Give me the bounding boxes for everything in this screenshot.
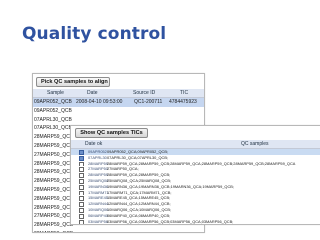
cell-date: 03MARP56	[88, 218, 108, 224]
row-checkbox[interactable]	[79, 219, 84, 224]
cell-qc-samples: 11JAN314_QC1;	[107, 224, 136, 225]
cell-sample: 28MARP59_QCB	[34, 160, 74, 167]
cell-date: 2008-04-10 09:53:00	[76, 99, 123, 105]
cell-sample: 09APR052_QCB	[34, 99, 72, 105]
cell-date: 11JAN314	[88, 224, 106, 225]
table-row[interactable]: 09APR052_QCB 2008-04-10 09:53:00 QC1-20071…	[33, 98, 204, 107]
table-row[interactable]: 03MARP56 03MARP56_QCA;03MARP56_QCB;03MARP…	[71, 218, 320, 224]
table-row[interactable]: 11JAN31411JAN314_QC1;	[71, 224, 320, 225]
cell-sample: 27MARP50_QCB	[34, 213, 74, 220]
cell-sample: 28MARP59_QCB	[34, 204, 74, 211]
cell-sample: 28MARP59_QCB	[34, 142, 74, 149]
column-header-sample[interactable]: Sample	[47, 89, 64, 97]
table-row[interactable]: 28MARP59_QCB	[33, 230, 204, 232]
qc-samples-window: Show QC samples TICs Date ok QC samples …	[70, 125, 320, 225]
cell-sample: 28MARP59_QCB	[34, 186, 74, 193]
pick-qc-samples-button[interactable]: Pick QC samples to align	[36, 77, 110, 87]
cell-qc-samples: 03MARP56_QCA;03MARP56_QCB;03MARP56_QCA;0…	[107, 218, 234, 224]
column-header-date-ok[interactable]: Date ok	[85, 140, 102, 148]
cell-sample: 09APR052_QCB	[34, 107, 72, 114]
cell-sample: 27MARP50_QCB	[34, 151, 74, 158]
slide-title: Quality control	[22, 24, 167, 44]
cell-sample: 07APRL30_QCB	[34, 125, 72, 132]
cell-sample: 28MARP59_QCB	[34, 222, 74, 229]
cell-sample: 28MARP59_QCB	[34, 169, 74, 176]
table-row[interactable]: 09APR052_QCB	[33, 107, 204, 116]
column-header-date[interactable]: Date	[87, 89, 98, 97]
show-qc-tics-button[interactable]: Show QC samples TICs	[75, 128, 148, 138]
cell-tic: 4784475923	[169, 99, 197, 105]
qc-table-header: Date ok QC samples	[71, 140, 320, 149]
cell-sample: 28MARP59_QCB	[34, 195, 74, 202]
column-header-tic[interactable]: TIC	[180, 89, 188, 97]
column-header-source-id[interactable]: Source ID	[133, 89, 155, 97]
cell-sample: 28MARP59_QCB	[34, 230, 73, 232]
cell-sample: 28MARP59_QCB	[34, 178, 74, 185]
column-header-qc-samples[interactable]: QC samples	[241, 140, 269, 148]
cell-sample: 07APRL30_QCB	[34, 116, 72, 123]
samples-table-header: Sample Date Source ID TIC	[33, 89, 204, 98]
cell-sample: 28MARP59_QCB	[34, 134, 74, 141]
table-row[interactable]: 07APRL30_QCB	[33, 116, 204, 125]
cell-source: QC1-200711	[134, 99, 163, 105]
qc-table-body: 09APR052 09APR052_QCA;09APR052_QCB; 07APRL…	[71, 149, 320, 225]
